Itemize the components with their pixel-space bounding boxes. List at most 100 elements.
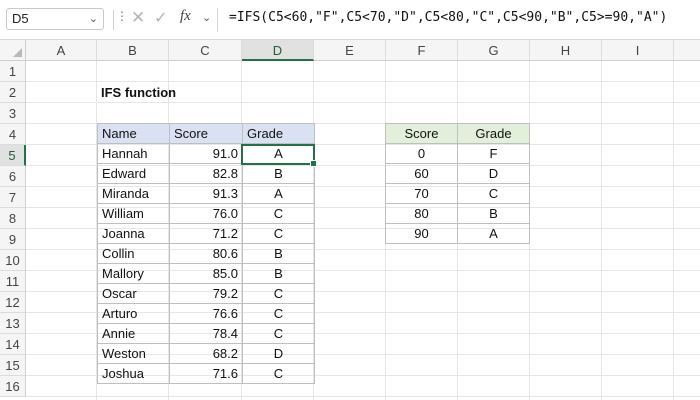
column-header-b[interactable]: B	[97, 40, 169, 61]
table-row: Edward 82.8 B	[97, 163, 315, 184]
column-header-c[interactable]: C	[169, 40, 242, 61]
header-cell[interactable]: Grade	[457, 123, 530, 144]
header-cell[interactable]: Grade	[242, 123, 315, 144]
grade-cell[interactable]: F	[457, 143, 530, 164]
score-cell[interactable]: 71.6	[169, 363, 243, 384]
grade-cell[interactable]: C	[242, 223, 315, 244]
row-header-9[interactable]: 9	[0, 229, 26, 250]
name-cell[interactable]: Edward	[97, 163, 170, 184]
grade-cell[interactable]: C	[242, 303, 315, 324]
score-cell[interactable]: 0	[385, 143, 458, 164]
row-header-3[interactable]: 3	[0, 103, 26, 124]
table-row: 0 F	[385, 143, 530, 164]
row-header-12[interactable]: 12	[0, 292, 26, 313]
score-cell[interactable]: 70	[385, 183, 458, 204]
row-header-8[interactable]: 8	[0, 208, 26, 229]
row-header-7[interactable]: 7	[0, 187, 26, 208]
name-box[interactable]: D5 ⌄	[6, 8, 104, 30]
table-row: Weston 68.2 D	[97, 343, 315, 364]
formula-input[interactable]: =IFS(C5<60,"F",C5<70,"D",C5<80,"C",C5<90…	[229, 10, 667, 25]
table-row: Arturo 76.6 C	[97, 303, 315, 324]
table-header-row: Name Score Grade	[97, 123, 315, 144]
row-header-6[interactable]: 6	[0, 166, 26, 187]
more-options-icon[interactable]: ⋮	[116, 9, 128, 23]
grade-cell[interactable]: C	[242, 283, 315, 304]
score-cell[interactable]: 78.4	[169, 323, 243, 344]
chevron-down-icon[interactable]: ⌄	[202, 11, 211, 24]
score-cell[interactable]: 91.0	[169, 143, 243, 164]
grade-cell[interactable]: C	[242, 203, 315, 224]
header-cell[interactable]: Name	[97, 123, 170, 144]
score-cell[interactable]: 91.3	[169, 183, 243, 204]
grade-cell[interactable]: B	[242, 263, 315, 284]
table-row: Collin 80.6 B	[97, 243, 315, 264]
score-cell[interactable]: 76.0	[169, 203, 243, 224]
score-cell[interactable]: 85.0	[169, 263, 243, 284]
table-row: 70 C	[385, 183, 530, 204]
column-header-f[interactable]: F	[386, 40, 458, 61]
cancel-icon[interactable]: ✕	[131, 8, 145, 28]
name-cell[interactable]: Arturo	[97, 303, 170, 324]
grade-cell[interactable]: D	[457, 163, 530, 184]
grade-cell[interactable]: B	[242, 243, 315, 264]
name-cell[interactable]: Hannah	[97, 143, 170, 164]
table-row: Oscar 79.2 C	[97, 283, 315, 304]
chevron-down-icon[interactable]: ⌄	[89, 9, 98, 29]
name-cell[interactable]: William	[97, 203, 170, 224]
divider	[113, 10, 114, 30]
grade-cell[interactable]: C	[242, 323, 315, 344]
score-cell[interactable]: 80.6	[169, 243, 243, 264]
grade-cell[interactable]: D	[242, 343, 315, 364]
grade-cell[interactable]: B	[457, 203, 530, 224]
column-header-i[interactable]: I	[602, 40, 674, 61]
score-cell[interactable]: 90	[385, 223, 458, 244]
grade-cell[interactable]: C	[242, 363, 315, 384]
name-box-value: D5	[12, 11, 29, 26]
row-header-10[interactable]: 10	[0, 250, 26, 271]
name-cell[interactable]: Weston	[97, 343, 170, 364]
grade-cell[interactable]: B	[242, 163, 315, 184]
name-cell[interactable]: Collin	[97, 243, 170, 264]
row-header-4[interactable]: 4	[0, 124, 26, 145]
header-cell[interactable]: Score	[169, 123, 243, 144]
score-cell[interactable]: 79.2	[169, 283, 243, 304]
name-cell[interactable]: Annie	[97, 323, 170, 344]
row-header-2[interactable]: 2	[0, 82, 26, 103]
row-header-5[interactable]: 5	[0, 145, 26, 166]
name-cell[interactable]: Mallory	[97, 263, 170, 284]
column-header-e[interactable]: E	[314, 40, 386, 61]
row-header-14[interactable]: 14	[0, 334, 26, 355]
sheet-title[interactable]: IFS function	[101, 82, 176, 103]
score-cell[interactable]: 60	[385, 163, 458, 184]
header-cell[interactable]: Score	[385, 123, 458, 144]
enter-check-icon[interactable]: ✓	[154, 8, 167, 28]
name-cell[interactable]: Oscar	[97, 283, 170, 304]
column-header-overflow	[674, 40, 700, 61]
score-cell[interactable]: 76.6	[169, 303, 243, 324]
table-header-row: Score Grade	[385, 123, 530, 144]
row-header-13[interactable]: 13	[0, 313, 26, 334]
name-cell[interactable]: Joshua	[97, 363, 170, 384]
grade-cell[interactable]: A	[242, 183, 315, 204]
row-header-15[interactable]: 15	[0, 355, 26, 376]
score-cell[interactable]: 71.2	[169, 223, 243, 244]
score-cell[interactable]: 68.2	[169, 343, 243, 364]
grade-cell[interactable]: A	[242, 143, 315, 164]
column-header-d[interactable]: D	[242, 40, 314, 61]
column-header-h[interactable]: H	[530, 40, 602, 61]
table-row: Annie 78.4 C	[97, 323, 315, 344]
row-header-1[interactable]: 1	[0, 61, 26, 82]
row-header-11[interactable]: 11	[0, 271, 26, 292]
column-header-a[interactable]: A	[26, 40, 97, 61]
table-row: Hannah 91.0 A	[97, 143, 315, 164]
score-cell[interactable]: 82.8	[169, 163, 243, 184]
name-cell[interactable]: Miranda	[97, 183, 170, 204]
column-header-g[interactable]: G	[458, 40, 530, 61]
score-cell[interactable]: 80	[385, 203, 458, 224]
grade-cell[interactable]: A	[457, 223, 530, 244]
name-cell[interactable]: Joanna	[97, 223, 170, 244]
grade-cell[interactable]: C	[457, 183, 530, 204]
insert-function-icon[interactable]: fx	[180, 8, 191, 25]
row-header-16[interactable]: 16	[0, 376, 26, 397]
select-all-button[interactable]	[0, 40, 26, 61]
